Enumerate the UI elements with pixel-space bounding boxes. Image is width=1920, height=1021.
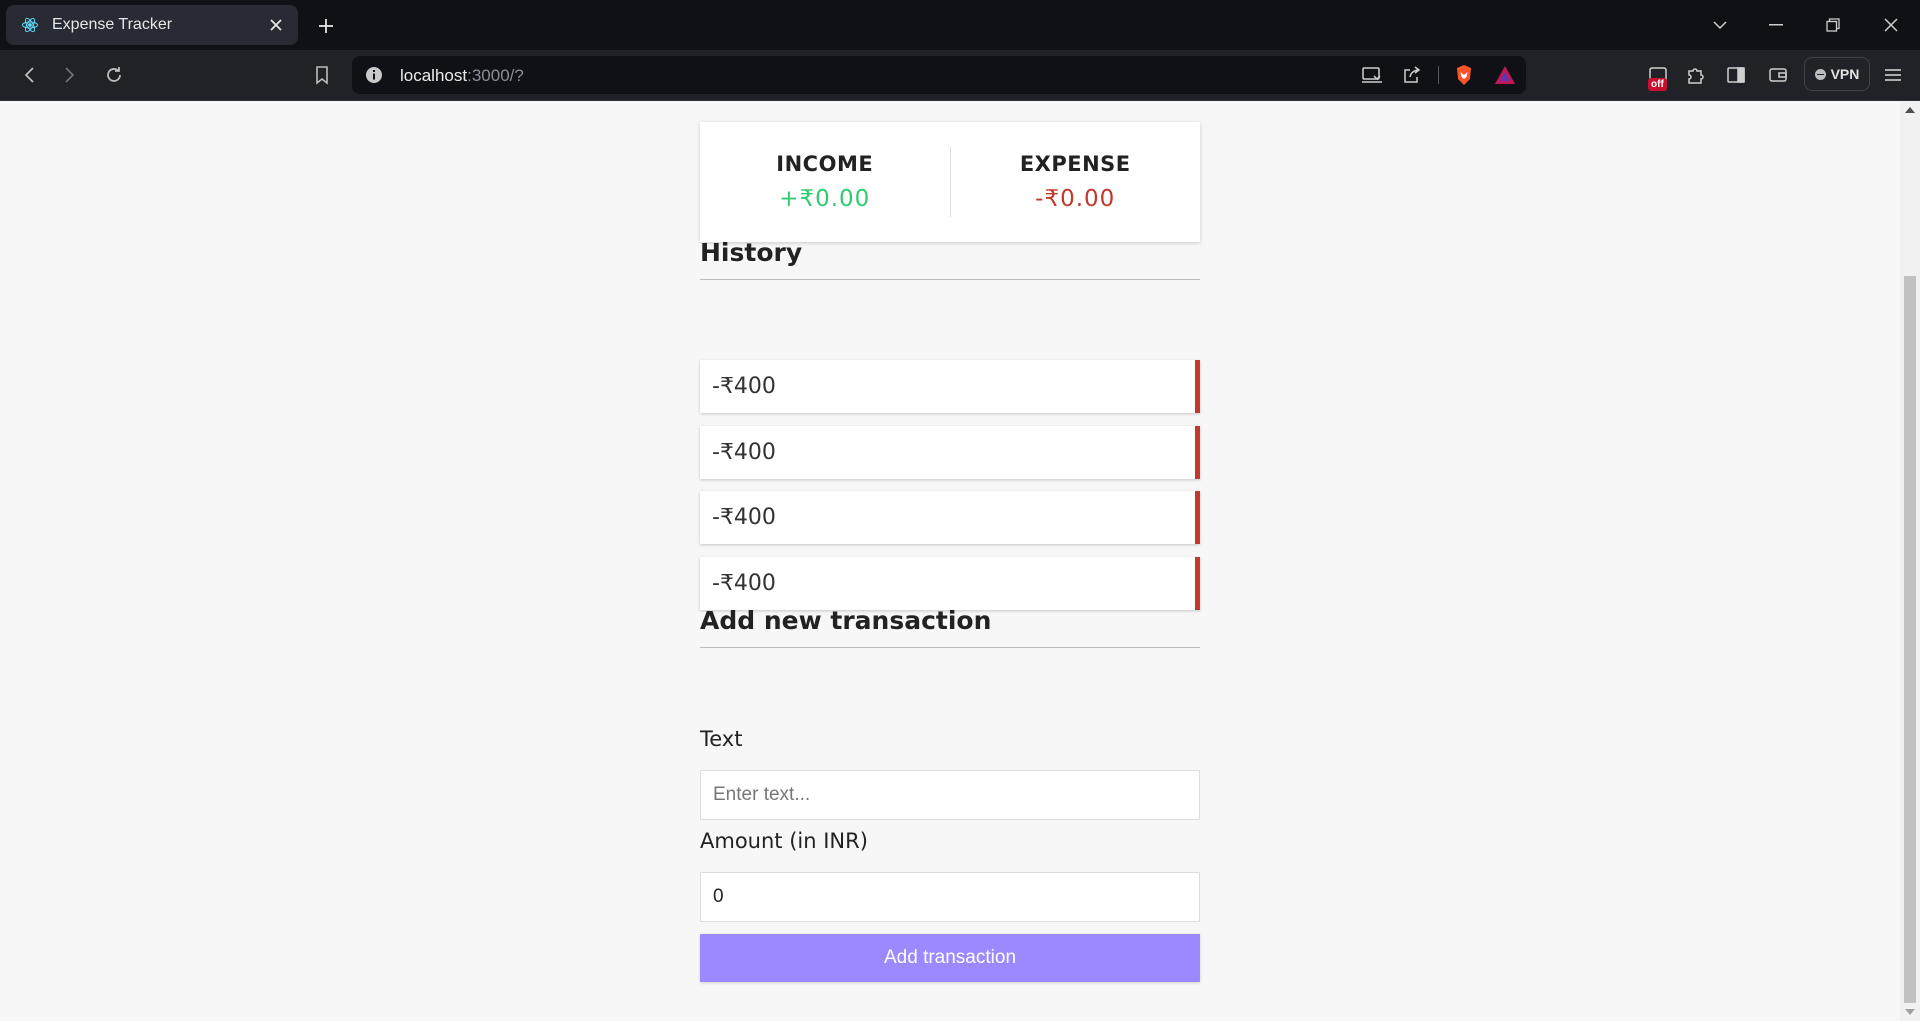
tab-bar: Expense Tracker <box>0 0 1920 50</box>
extensions-puzzle-icon[interactable] <box>1681 60 1711 90</box>
expense-value: -₹0.00 <box>1035 186 1116 212</box>
scroll-down-icon[interactable] <box>1905 1009 1915 1015</box>
text-label: Text <box>700 727 743 751</box>
address-bar[interactable]: localhost:3000/? <box>352 56 1526 94</box>
transaction-item[interactable]: -₹400 <box>700 360 1200 413</box>
income-expense-card: INCOME +₹0.00 EXPENSE -₹0.00 <box>700 122 1200 242</box>
share-icon[interactable] <box>1400 63 1424 87</box>
page-viewport: INCOME +₹0.00 EXPENSE -₹0.00 History -₹4… <box>0 101 1920 1021</box>
cast-icon[interactable] <box>1360 63 1384 87</box>
reload-icon[interactable] <box>99 60 129 90</box>
minimize-button[interactable] <box>1761 10 1791 40</box>
expense-label: EXPENSE <box>1019 152 1131 176</box>
menu-icon[interactable] <box>1878 60 1908 90</box>
expense-section: EXPENSE -₹0.00 <box>951 152 1201 212</box>
tab-expense-tracker[interactable]: Expense Tracker <box>6 5 298 45</box>
transaction-amount: -₹400 <box>712 374 776 399</box>
tab-search-chevron-icon[interactable] <box>1705 10 1735 40</box>
vpn-label: VPN <box>1830 66 1860 82</box>
separator <box>1438 66 1439 84</box>
close-tab-icon[interactable] <box>266 15 286 35</box>
add-transaction-button[interactable]: Add transaction <box>700 934 1200 982</box>
react-icon <box>20 15 40 35</box>
new-tab-button[interactable] <box>312 12 340 40</box>
scroll-thumb[interactable] <box>1904 276 1916 1003</box>
income-value: +₹0.00 <box>779 186 871 212</box>
scroll-up-icon[interactable] <box>1905 107 1915 113</box>
transaction-item[interactable]: -₹400 <box>700 557 1200 610</box>
brave-shields-icon[interactable] <box>1452 63 1476 87</box>
amount-label: Amount (in INR) <box>700 829 868 853</box>
sidebar-toggle-icon[interactable] <box>1721 60 1751 90</box>
transaction-amount: -₹400 <box>712 571 776 596</box>
wallet-icon[interactable] <box>1763 60 1793 90</box>
add-transaction-heading: Add new transaction <box>700 606 1200 648</box>
url-text: localhost:3000/? <box>400 66 524 85</box>
vpn-button[interactable]: VPN <box>1804 57 1870 91</box>
transaction-item[interactable]: -₹400 <box>700 426 1200 479</box>
text-input[interactable] <box>700 770 1200 820</box>
tab-title: Expense Tracker <box>52 16 173 33</box>
bookmark-icon[interactable] <box>307 60 337 90</box>
history-heading: History <box>700 238 1200 280</box>
transaction-item[interactable]: -₹400 <box>700 491 1200 544</box>
extension-off-badge: off <box>1648 78 1667 91</box>
close-window-button[interactable] <box>1876 10 1906 40</box>
browser-toolbar: localhost:3000/? off VPN <box>0 50 1920 101</box>
site-info-icon[interactable] <box>364 65 384 85</box>
vpn-status-icon <box>1814 68 1826 80</box>
transaction-amount: -₹400 <box>712 505 776 530</box>
page-scrollbar[interactable] <box>1900 101 1920 1021</box>
restore-button[interactable] <box>1818 10 1848 40</box>
back-icon[interactable] <box>14 60 44 90</box>
income-section: INCOME +₹0.00 <box>700 152 950 212</box>
income-label: INCOME <box>776 152 874 176</box>
forward-icon[interactable] <box>55 60 85 90</box>
transaction-amount: -₹400 <box>712 440 776 465</box>
brave-rewards-icon[interactable] <box>1493 63 1517 87</box>
amount-input[interactable] <box>700 872 1200 922</box>
